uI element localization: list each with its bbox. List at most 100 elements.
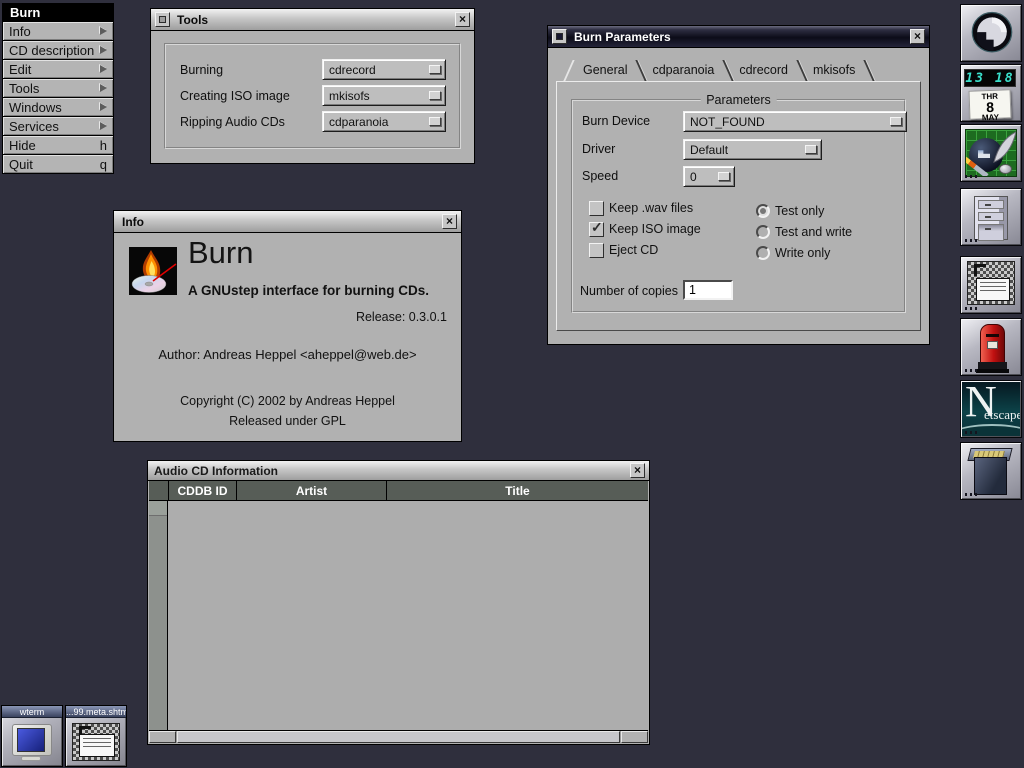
dock-tile-file-cabinet[interactable] [960, 188, 1022, 246]
radio-label: Test and write [775, 225, 852, 239]
menu-item-cd-description[interactable]: CD description [2, 41, 114, 60]
miniaturize-icon [556, 33, 563, 40]
dock-tile-paint-app[interactable] [960, 124, 1022, 182]
scrollbar-right-button[interactable] [621, 731, 648, 743]
tab-cdparanoia[interactable]: cdparanoia [644, 63, 722, 77]
burn-device-popup[interactable]: NOT_FOUND [683, 111, 907, 132]
popup-glyph-icon [805, 145, 817, 154]
burn-parameters-window: Burn Parameters × General cdparanoia cdr… [547, 25, 930, 345]
miniaturize-button[interactable] [552, 29, 567, 44]
drawer [978, 200, 1004, 209]
running-indicator [965, 369, 980, 372]
checkbox-icon: ✓ [589, 222, 604, 237]
menu-title[interactable]: Burn [2, 3, 114, 22]
burn-app-icon [129, 247, 177, 295]
burn-parameters-titlebar[interactable]: Burn Parameters × [548, 26, 929, 48]
popup-value: cdrecord [329, 63, 376, 77]
tools-group: Burning cdrecord Creating ISO image mkis… [164, 43, 461, 149]
menu-item-label: Edit [9, 62, 31, 77]
dock-tile-archive[interactable] [960, 442, 1022, 500]
close-button[interactable]: × [630, 463, 645, 478]
netscape-icon: N etscape [962, 382, 1020, 436]
document-shape [976, 278, 1010, 301]
menu-item-edit[interactable]: Edit [2, 60, 114, 79]
miniwindow-document[interactable]: ...99.meta.shtml [65, 705, 127, 767]
license-line: Released under GPL [114, 414, 461, 428]
gnustep-logo-icon [969, 10, 1015, 56]
tab-general[interactable]: General [575, 63, 635, 77]
dock-tile-netscape[interactable]: N etscape [960, 380, 1022, 438]
dock-tile-text-editor[interactable] [960, 256, 1022, 314]
monitor-stand [21, 756, 41, 761]
menu-item-services[interactable]: Services [2, 117, 114, 136]
popup-value: Default [690, 143, 728, 157]
burning-label: Burning [180, 63, 223, 77]
editor-glyph [974, 264, 986, 276]
running-indicator [965, 431, 980, 434]
column-header-cddb-id[interactable]: CDDB ID [169, 481, 237, 500]
menu-item-quit[interactable]: Quit q [2, 155, 114, 174]
checkbox-label: Keep .wav files [609, 201, 693, 215]
ripping-popup[interactable]: cdparanoia [322, 111, 446, 132]
info-titlebar[interactable]: Info × [114, 211, 461, 233]
tab-divider [864, 60, 875, 81]
close-button[interactable]: × [442, 214, 457, 229]
keep-wav-checkbox[interactable]: ✓ Keep .wav files [589, 200, 693, 216]
copies-input[interactable] [683, 280, 733, 300]
running-indicator [965, 175, 980, 178]
driver-popup[interactable]: Default [683, 139, 822, 160]
popup-value: NOT_FOUND [690, 115, 765, 129]
mail-postbox-icon [980, 324, 1005, 363]
table-body[interactable] [149, 501, 648, 730]
horizontal-scrollbar[interactable] [149, 730, 648, 743]
dock-tile-gnustep[interactable] [960, 4, 1022, 62]
speed-popup[interactable]: 0 [683, 166, 735, 187]
menu-item-label: CD description [9, 43, 94, 58]
test-and-write-radio[interactable]: Test and write [756, 224, 852, 240]
popup-glyph-icon [429, 117, 441, 126]
scrollbar-thumb[interactable] [177, 731, 620, 743]
release-version: Release: 0.3.0.1 [356, 310, 447, 324]
terminal-monitor-icon [12, 724, 52, 756]
burning-popup[interactable]: cdrecord [322, 59, 446, 80]
submenu-arrow-icon [100, 65, 107, 73]
miniwindow-wterm[interactable]: wterm [1, 705, 63, 767]
menu-item-label: Quit [9, 157, 33, 172]
close-button[interactable]: × [455, 12, 470, 27]
column-header-title[interactable]: Title [387, 481, 648, 500]
tab-cdrecord[interactable]: cdrecord [731, 63, 796, 77]
submenu-arrow-icon [100, 103, 107, 111]
menu-item-windows[interactable]: Windows [2, 98, 114, 117]
menu-key-equivalent: q [100, 157, 107, 172]
eject-cd-checkbox[interactable]: ✓ Eject CD [589, 242, 658, 258]
tab-mkisofs[interactable]: mkisofs [805, 63, 863, 77]
postbox-base [978, 362, 1007, 369]
audio-titlebar[interactable]: Audio CD Information × [148, 461, 649, 481]
iso-popup[interactable]: mkisofs [322, 85, 446, 106]
dock-tile-clock-calendar[interactable]: 13 18 THR 8 MAY [960, 64, 1022, 122]
submenu-arrow-icon [100, 27, 107, 35]
burn-device-label: Burn Device [582, 114, 650, 128]
keep-iso-checkbox[interactable]: ✓ Keep ISO image [589, 221, 701, 237]
postbox-label [987, 341, 998, 349]
menu-item-label: Tools [9, 81, 39, 96]
calendar-month: MAY [970, 113, 1010, 122]
write-only-radio[interactable]: Write only [756, 245, 830, 261]
menu-item-tools[interactable]: Tools [2, 79, 114, 98]
column-header-artist[interactable]: Artist [237, 481, 387, 500]
window-title: Info [114, 215, 144, 229]
menu-item-info[interactable]: Info [2, 22, 114, 41]
open-drawer [978, 224, 1004, 241]
tab-divider [563, 60, 574, 81]
tools-titlebar[interactable]: Tools × [151, 9, 474, 31]
miniaturize-button[interactable] [155, 12, 170, 27]
groupbox-title: Parameters [700, 93, 777, 107]
dock-tile-mail[interactable] [960, 318, 1022, 376]
driver-label: Driver [582, 142, 615, 156]
close-button[interactable]: × [910, 29, 925, 44]
app-subtitle: A GNUstep interface for burning CDs. [188, 283, 429, 298]
menu-item-hide[interactable]: Hide h [2, 136, 114, 155]
test-only-radio[interactable]: Test only [756, 203, 824, 219]
scrollbar-left-button[interactable] [149, 731, 176, 743]
close-icon: × [443, 215, 456, 228]
